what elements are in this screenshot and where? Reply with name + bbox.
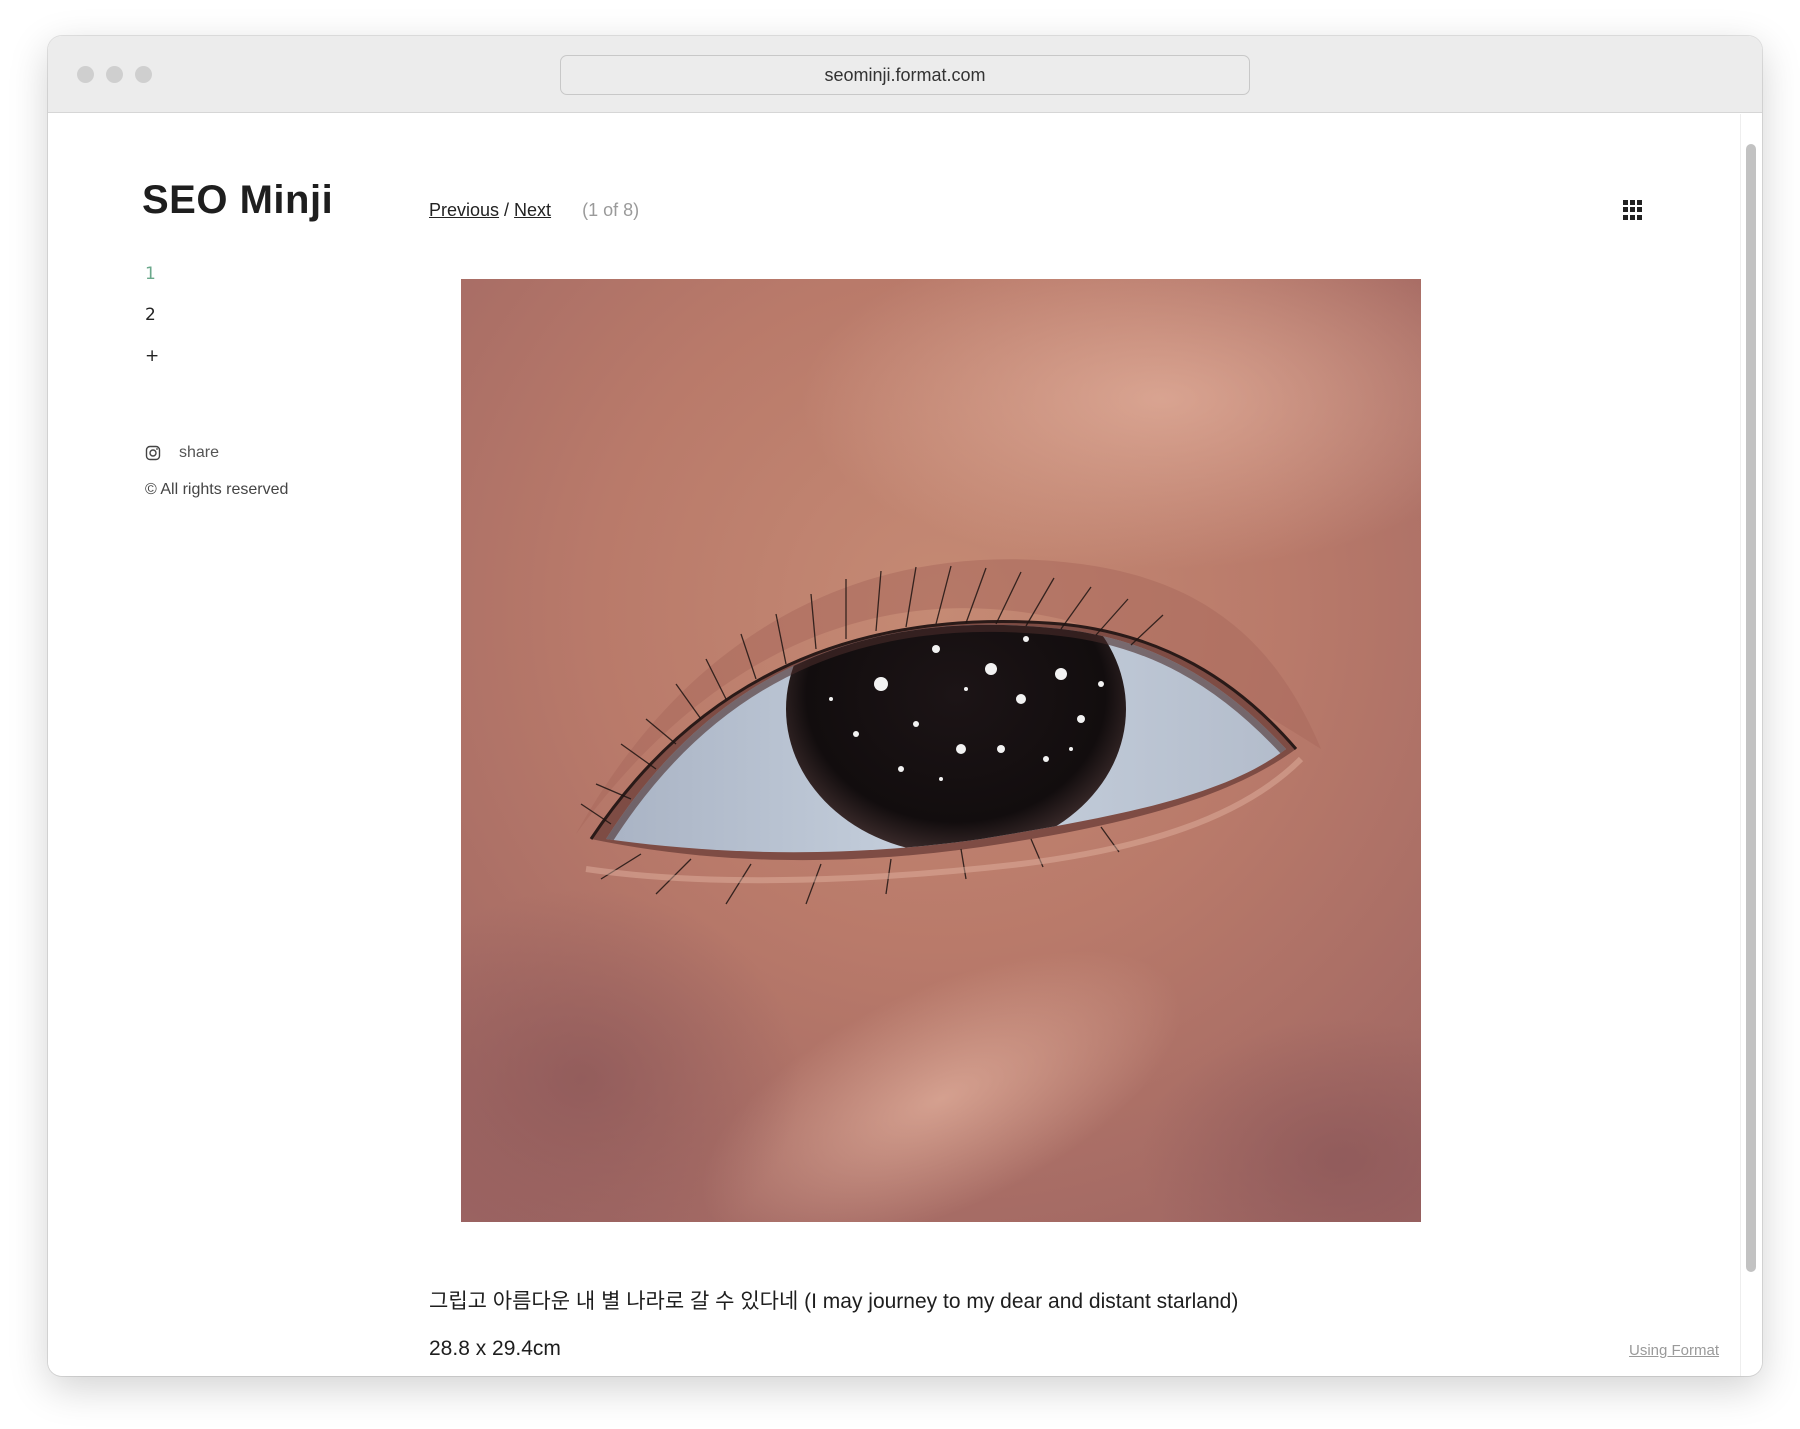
artwork-dimensions: 28.8 x 29.4cm (429, 1337, 561, 1360)
grid-icon[interactable] (1623, 200, 1643, 220)
nav-separator: / (504, 200, 510, 220)
share-link[interactable]: share (179, 444, 219, 462)
scrollbar-track[interactable] (1740, 114, 1762, 1376)
close-window-button[interactable] (77, 66, 94, 83)
copyright-notice: © All rights reserved (145, 481, 289, 498)
previous-link[interactable]: Previous (429, 200, 499, 220)
artwork-image[interactable] (461, 279, 1421, 1222)
sidebar-item-plus[interactable]: + (145, 346, 159, 366)
using-format-link[interactable]: Using Format (1629, 1342, 1719, 1359)
next-link[interactable]: Next (514, 200, 551, 220)
instagram-icon[interactable] (145, 445, 161, 461)
scrollbar-thumb[interactable] (1746, 144, 1756, 1272)
image-counter: (1 of 8) (582, 200, 640, 220)
address-bar[interactable]: seominji.format.com (560, 55, 1250, 95)
zoom-window-button[interactable] (135, 66, 152, 83)
sidebar-menu: 1 2 + (145, 264, 159, 387)
browser-window: seominji.format.com SEO Minji Previous / N… (48, 36, 1762, 1376)
artwork-caption: 그립고 아름다운 내 별 나라로 갈 수 있다네 (I may journey … (429, 1290, 1239, 1313)
social-share: share (145, 444, 219, 462)
browser-titlebar: seominji.format.com (48, 36, 1762, 113)
gallery-navigation: Previous / Next (1 of 8) (429, 200, 639, 221)
page-content: SEO Minji Previous / Next (1 of 8) 1 2 + s… (48, 114, 1762, 1376)
sidebar-item-2[interactable]: 2 (145, 305, 159, 325)
minimize-window-button[interactable] (106, 66, 123, 83)
site-title[interactable]: SEO Minji (142, 178, 333, 223)
sidebar-item-1[interactable]: 1 (145, 264, 159, 284)
